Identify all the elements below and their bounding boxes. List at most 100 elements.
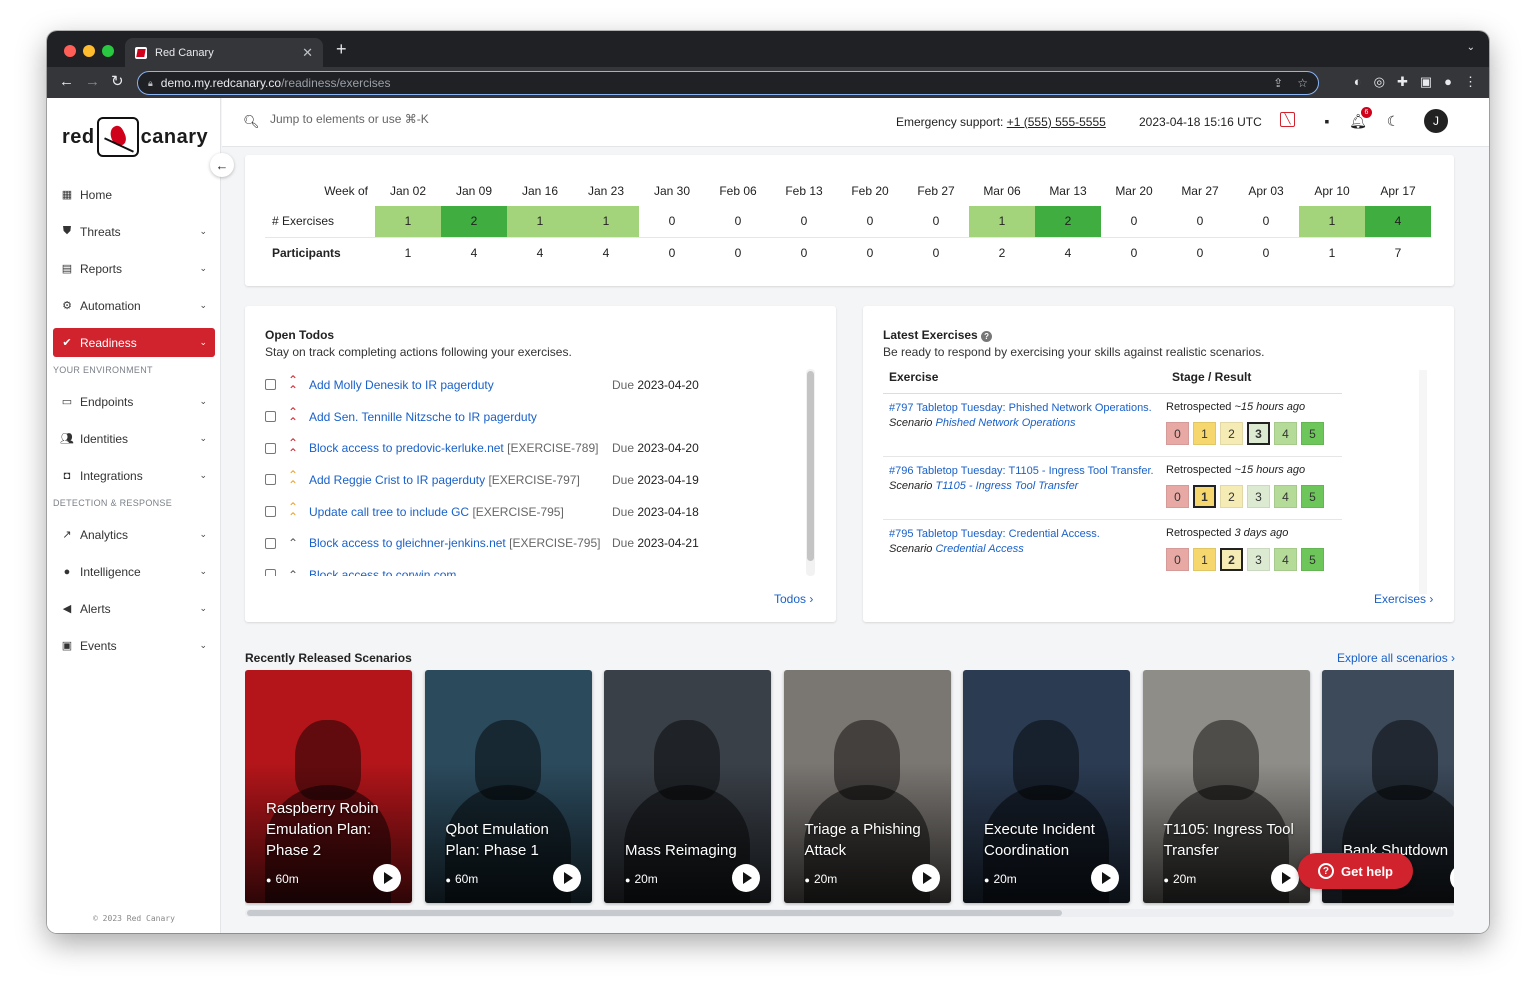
- play-icon[interactable]: [911, 864, 940, 892]
- sidebar-item-intelligence[interactable]: ● Intelligence ⌄: [53, 557, 215, 586]
- search-input[interactable]: [270, 112, 570, 126]
- maximize-window-button[interactable]: [102, 45, 114, 57]
- sidebar-item-home[interactable]: ▦ Home: [53, 180, 215, 209]
- close-window-button[interactable]: [64, 45, 76, 57]
- stage-box[interactable]: 0: [1166, 485, 1189, 508]
- help-icon[interactable]: ?: [981, 331, 993, 342]
- stage-box[interactable]: 5: [1301, 548, 1324, 571]
- avatar[interactable]: J: [1424, 109, 1448, 133]
- extension-2-icon[interactable]: ◎: [1374, 74, 1385, 90]
- sidebar-item-endpoints[interactable]: ▭ Endpoints ⌄: [53, 387, 215, 416]
- sidebar-item-alerts[interactable]: ◀ Alerts ⌄: [53, 594, 215, 623]
- tab-close-icon[interactable]: ✕: [302, 45, 313, 61]
- browser-tab[interactable]: Red Canary ✕: [125, 38, 323, 67]
- play-icon[interactable]: [1091, 864, 1119, 892]
- tab-search-icon[interactable]: ⌄: [1467, 42, 1475, 53]
- play-icon[interactable]: [732, 864, 760, 892]
- sidebar-item-integrations[interactable]: ◘ Integrations ⌄: [53, 461, 215, 490]
- carousel-scrollbar[interactable]: [245, 909, 1454, 917]
- todo-link[interactable]: Add Molly Denesik to IR pagerduty: [309, 378, 612, 392]
- stage-box[interactable]: 4: [1274, 485, 1297, 508]
- stage-box[interactable]: 0: [1166, 422, 1189, 445]
- play-icon[interactable]: [1270, 864, 1299, 892]
- bookmark-star-icon[interactable]: ☆: [1297, 76, 1308, 90]
- stage-box[interactable]: 1: [1193, 485, 1216, 508]
- scroll-thumb[interactable]: [807, 371, 814, 561]
- stage-box[interactable]: 5: [1301, 485, 1324, 508]
- todo-link[interactable]: Block access to corwin.com: [309, 568, 612, 576]
- stage-box[interactable]: 5: [1301, 422, 1324, 445]
- sidebar-item-threats[interactable]: ⛊ Threats ⌄: [53, 217, 215, 246]
- exercises-scrollbar[interactable]: [1419, 370, 1427, 594]
- todo-checkbox[interactable]: [265, 537, 276, 549]
- todo-link[interactable]: Add Sen. Tennille Nitzsche to IR pagerdu…: [309, 410, 612, 424]
- explore-scenarios-link[interactable]: Explore all scenarios ›: [1337, 651, 1455, 665]
- exercise-link[interactable]: #796 Tabletop Tuesday: T1105 - Ingress T…: [889, 464, 1166, 479]
- exercise-link[interactable]: #795 Tabletop Tuesday: Credential Access…: [889, 527, 1166, 542]
- stage-box[interactable]: 3: [1247, 485, 1270, 508]
- scenario-card[interactable]: Raspberry Robin Emulation Plan: Phase 2 6…: [245, 670, 412, 903]
- scenario-card[interactable]: Triage a Phishing Attack 20m: [783, 670, 951, 903]
- stage-box[interactable]: 2: [1220, 485, 1243, 508]
- carousel-scroll-thumb[interactable]: [247, 910, 1062, 916]
- stage-box[interactable]: 4: [1274, 422, 1297, 445]
- chrome-menu-icon[interactable]: ⋮: [1464, 74, 1477, 90]
- sidebar-item-automation[interactable]: ⚙ Automation ⌄: [53, 291, 215, 320]
- stage-box[interactable]: 2: [1220, 422, 1243, 445]
- stage-box[interactable]: 3: [1247, 422, 1270, 445]
- scenario-card[interactable]: T1105: Ingress Tool Transfer 20m: [1142, 670, 1310, 903]
- play-icon[interactable]: [552, 864, 581, 892]
- play-icon[interactable]: [373, 864, 401, 892]
- sidebar-item-reports[interactable]: ▤ Reports ⌄: [53, 254, 215, 283]
- red-canary-logo[interactable]: red canary: [62, 116, 208, 158]
- sidebar-item-analytics[interactable]: ↗ Analytics ⌄: [53, 520, 215, 549]
- scenario-link[interactable]: T1105 - Ingress Tool Transfer: [935, 480, 1078, 492]
- todo-link[interactable]: Update call tree to include GC [EXERCISE…: [309, 505, 612, 519]
- collapse-sidebar-button[interactable]: ←: [210, 153, 234, 177]
- emergency-phone-link[interactable]: +1 (555) 555-5555: [1007, 115, 1106, 129]
- stage-box[interactable]: 1: [1193, 422, 1216, 445]
- todo-checkbox[interactable]: [265, 506, 276, 518]
- scenario-link[interactable]: Phished Network Operations: [935, 417, 1075, 429]
- sidebar-item-identities[interactable]: 👥︎ Identities ⌄: [53, 424, 215, 453]
- exercise-link[interactable]: #797 Tabletop Tuesday: Phished Network O…: [889, 401, 1166, 416]
- back-icon[interactable]: ←: [59, 73, 74, 91]
- scenario-card[interactable]: Execute Incident Coordination 20m: [963, 670, 1130, 903]
- red-canary-icon[interactable]: ╲: [1280, 112, 1295, 127]
- cs-icon[interactable]: ▪: [1318, 112, 1336, 130]
- sidebar-item-events[interactable]: ▣ Events ⌄: [53, 631, 215, 660]
- stage-box[interactable]: 1: [1193, 548, 1216, 571]
- stage-box[interactable]: 4: [1274, 548, 1297, 571]
- share-icon[interactable]: ⇪: [1273, 76, 1283, 90]
- new-tab-button[interactable]: +: [336, 40, 347, 58]
- reload-icon[interactable]: ↻: [111, 73, 124, 91]
- scenario-link[interactable]: Credential Access: [935, 543, 1023, 555]
- todos-scrollbar[interactable]: [806, 369, 815, 576]
- exercises-link[interactable]: Exercises ›: [1374, 592, 1433, 606]
- scenario-card[interactable]: Qbot Emulation Plan: Phase 1 60m: [424, 670, 592, 903]
- extensions-puzzle-icon[interactable]: ✚: [1397, 74, 1408, 90]
- stage-box[interactable]: 2: [1220, 548, 1243, 571]
- todos-link[interactable]: Todos ›: [774, 592, 813, 606]
- moon-icon[interactable]: ☾: [1384, 112, 1402, 130]
- todo-checkbox[interactable]: [265, 442, 276, 454]
- stage-box[interactable]: 0: [1166, 548, 1189, 571]
- todo-checkbox[interactable]: [265, 411, 276, 423]
- todo-link[interactable]: Block access to gleichner-jenkins.net [E…: [309, 536, 612, 550]
- extension-1-icon[interactable]: ◐: [1354, 74, 1362, 90]
- sidebar-item-readiness[interactable]: ✔ Readiness ⌄: [53, 328, 215, 357]
- forward-icon[interactable]: →: [85, 73, 100, 91]
- todo-link[interactable]: Add Reggie Crist to IR pagerduty [EXERCI…: [309, 473, 612, 487]
- minimize-window-button[interactable]: [83, 45, 95, 57]
- side-panel-icon[interactable]: ▣: [1420, 74, 1432, 90]
- todo-checkbox[interactable]: [265, 569, 276, 576]
- scenario-card[interactable]: Mass Reimaging 20m: [604, 670, 771, 903]
- bell-icon[interactable]: 🔔︎ 6: [1349, 107, 1372, 130]
- todo-link[interactable]: Block access to predovic-kerluke.net [EX…: [309, 441, 612, 455]
- url-bar[interactable]: 🔒︎ demo.my.redcanary.co/readiness/exerci…: [137, 71, 1319, 95]
- profile-icon[interactable]: ●: [1444, 74, 1452, 90]
- get-help-button[interactable]: ? Get help: [1298, 853, 1413, 889]
- todo-checkbox[interactable]: [265, 474, 276, 486]
- stage-box[interactable]: 3: [1247, 548, 1270, 571]
- todo-checkbox[interactable]: [265, 379, 276, 391]
